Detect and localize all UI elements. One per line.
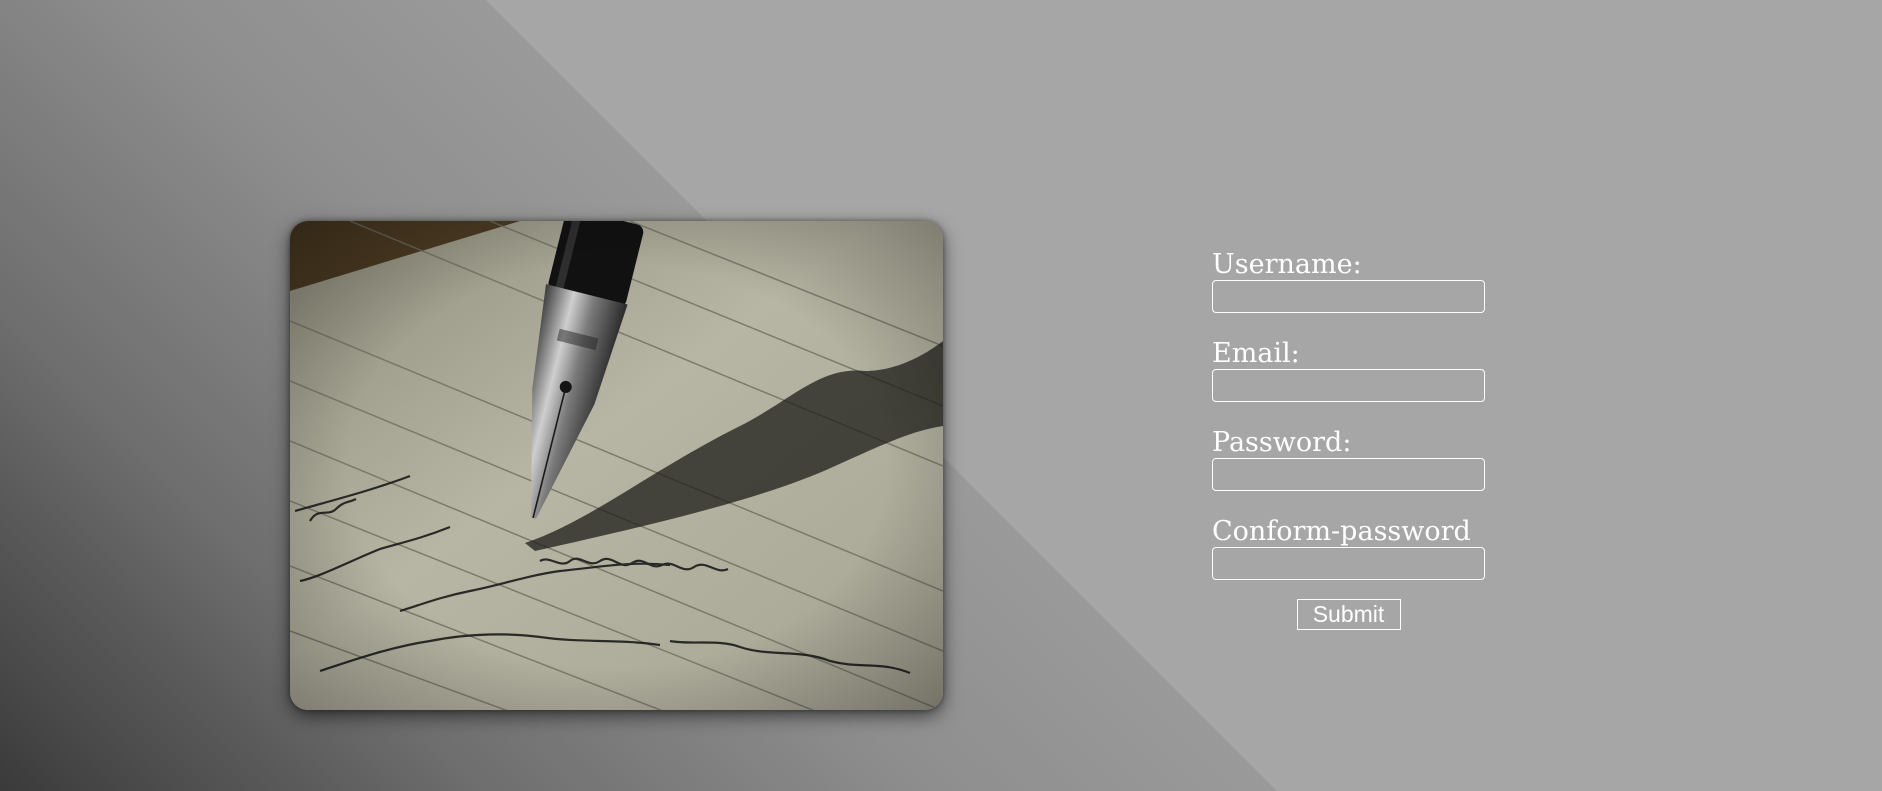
username-input[interactable] — [1212, 280, 1485, 313]
confirm-password-label: Conform-password — [1212, 516, 1471, 547]
submit-row: Submit — [1212, 599, 1485, 630]
password-label: Password: — [1212, 427, 1352, 458]
confirm-password-input[interactable] — [1212, 547, 1485, 580]
email-label: Email: — [1212, 338, 1300, 369]
password-input[interactable] — [1212, 458, 1485, 491]
submit-button[interactable]: Submit — [1296, 599, 1401, 630]
email-input[interactable] — [1212, 369, 1485, 402]
username-label: Username: — [1212, 249, 1362, 280]
signup-form: Username: Email: Password: Conform-passw… — [1212, 250, 1512, 630]
pen-writing-image — [290, 221, 943, 710]
